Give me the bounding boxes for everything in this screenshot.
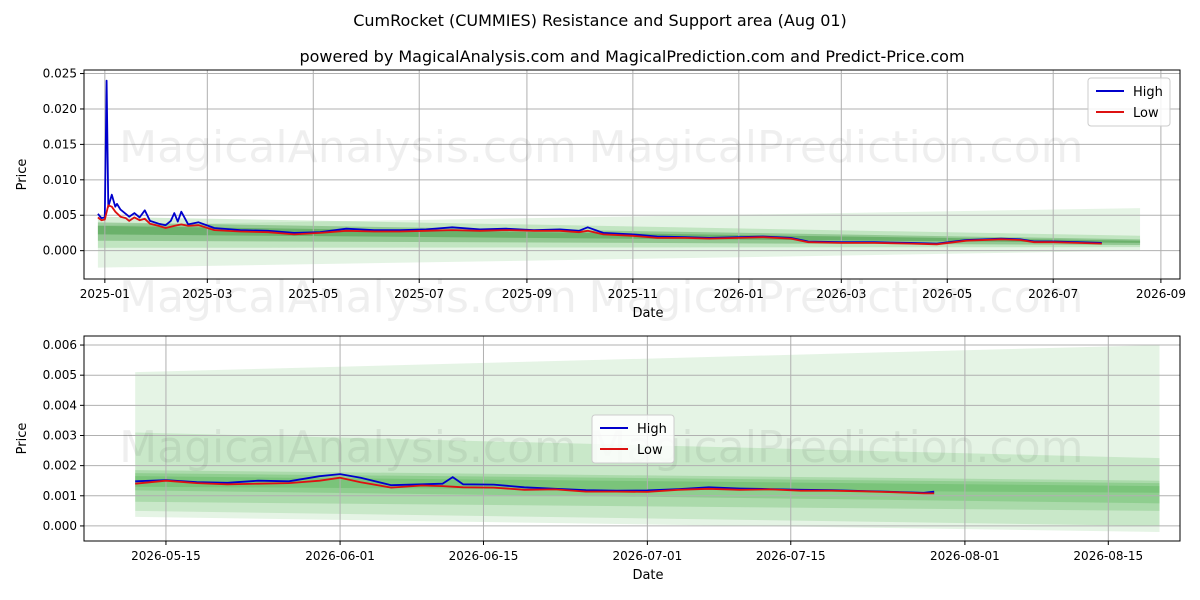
x-tick-label: 2026-05-15 [131,549,201,563]
y-tick-label: 0.006 [43,338,77,352]
legend-label-low: Low [1133,106,1159,121]
plot-area [84,70,1180,279]
x-tick-label: 2026-08-15 [1073,549,1143,563]
x-tick-label: 2025-05 [288,287,338,301]
x-tick-label: 2026-06-15 [449,549,519,563]
x-tick-label: 2026-06-01 [305,549,375,563]
x-tick-label: 2025-11 [608,287,658,301]
legend-label-high: High [637,422,667,437]
legend-label-low: Low [637,443,663,458]
y-axis-label: Price [15,159,30,191]
x-tick-label: 2026-03 [816,287,866,301]
y-tick-label: 0.001 [43,489,77,503]
x-tick-label: 2026-08-01 [930,549,1000,563]
x-tick-label: 2025-03 [182,287,232,301]
y-tick-label: 0.002 [43,459,77,473]
x-tick-label: 2026-01 [714,287,764,301]
x-axis-label: Date [632,306,663,321]
y-tick-label: 0.004 [43,398,77,412]
x-tick-label: 2025-09 [502,287,552,301]
x-tick-label: 2025-07 [394,287,444,301]
top-panel: MagicalAnalysis.com MagicalPrediction.com… [15,67,1186,323]
x-axis-label: Date [632,568,663,583]
y-tick-label: 0.020 [43,102,77,116]
x-tick-label: 2026-07-15 [756,549,826,563]
x-tick-label: 2026-09 [1136,287,1186,301]
legend: High Low [591,414,675,464]
watermark-prediction: MagicalPrediction.com [589,122,1084,173]
x-tick-label: 2026-05 [922,287,972,301]
x-tick-label: 2026-07-01 [612,549,682,563]
y-tick-label: 0.000 [43,244,77,258]
bottom-panel: MagicalAnalysis.com MagicalPrediction.com… [15,335,1181,583]
y-tick-label: 0.025 [43,67,77,81]
chart-title: CumRocket (CUMMIES) Resistance and Suppo… [353,11,847,30]
watermark-analysis: MagicalAnalysis.com [119,422,577,473]
legend-label-high: High [1133,85,1163,100]
y-tick-label: 0.003 [43,428,77,442]
y-axis-label: Price [15,423,30,455]
legend: High Low [1087,77,1171,127]
watermark-analysis: MagicalAnalysis.com [119,122,577,173]
y-tick-label: 0.005 [43,208,77,222]
x-tick-label: 2026-07 [1028,287,1078,301]
chart-subtitle: powered by MagicalAnalysis.com and Magic… [299,47,964,66]
y-tick-label: 0.010 [43,173,77,187]
y-tick-label: 0.005 [43,368,77,382]
y-tick-label: 0.015 [43,137,77,151]
y-tick-label: 0.000 [43,519,77,533]
x-tick-label: 2025-01 [80,287,130,301]
chart-canvas: CumRocket (CUMMIES) Resistance and Suppo… [15,11,1186,583]
